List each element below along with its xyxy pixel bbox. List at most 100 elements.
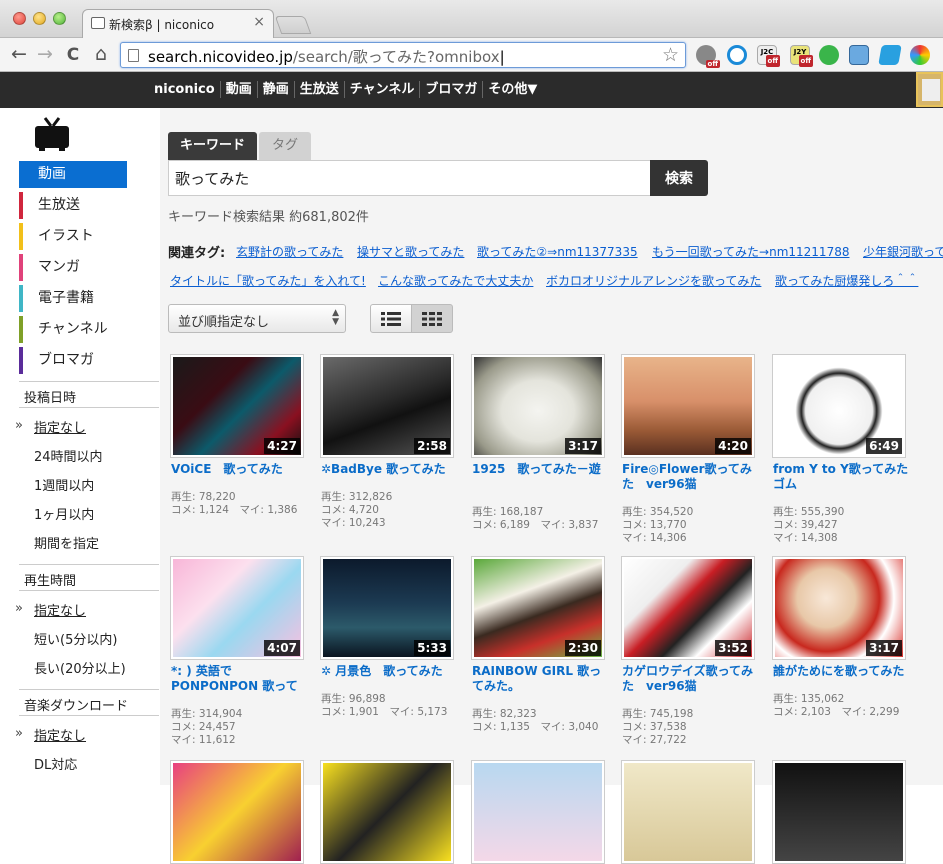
video-thumbnail[interactable]: 6:49 bbox=[772, 354, 906, 458]
nav-more[interactable]: その他▼ bbox=[482, 81, 542, 98]
category-channel[interactable]: チャンネル bbox=[19, 316, 127, 343]
search-input[interactable] bbox=[168, 160, 651, 196]
video-title[interactable]: ✲BadBye 歌ってみた bbox=[321, 462, 459, 477]
duration-long[interactable]: 長い(20分以上) bbox=[34, 658, 126, 677]
nav-blomaga[interactable]: ブロマガ bbox=[419, 81, 482, 98]
video-duration: 6:49 bbox=[866, 438, 902, 454]
related-tag[interactable]: 操サマと歌ってみた bbox=[357, 243, 464, 260]
extension-notes-icon[interactable] bbox=[878, 45, 902, 65]
tab-title: 新検索β | niconico bbox=[109, 18, 215, 32]
extension-color-icon[interactable] bbox=[910, 45, 930, 65]
sort-select[interactable]: 並び順指定なし ▲ ▼ bbox=[168, 304, 346, 333]
extension-j2c-icon[interactable]: J2C off bbox=[757, 45, 780, 67]
video-thumbnail[interactable]: 4:27 bbox=[170, 354, 304, 458]
video-duration: 4:07 bbox=[264, 640, 300, 656]
video-title[interactable]: VOiCE 歌ってみた bbox=[171, 462, 309, 477]
reload-icon[interactable]: C bbox=[62, 45, 84, 65]
video-title[interactable]: ✲ 月景色 歌ってみた bbox=[321, 664, 459, 679]
related-tag[interactable]: タイトルに「歌ってみた」を入れて! bbox=[170, 272, 366, 289]
video-title[interactable]: Fire◎Flower歌ってみた ver96猫 bbox=[622, 462, 760, 492]
related-tag[interactable]: もう一回歌ってみた→nm11211788 bbox=[652, 243, 849, 260]
duration-any[interactable]: 指定なし bbox=[34, 600, 86, 619]
post-date-any[interactable]: 指定なし bbox=[34, 417, 86, 436]
search-button[interactable]: 検索 bbox=[650, 160, 708, 196]
category-ebook[interactable]: 電子書籍 bbox=[19, 285, 127, 312]
grid-view-button[interactable] bbox=[411, 304, 453, 333]
result-count: キーワード検索結果 約681,802件 bbox=[168, 210, 369, 225]
close-window-button[interactable] bbox=[13, 12, 26, 25]
video-thumbnail[interactable] bbox=[170, 760, 304, 864]
video-thumbnail[interactable]: 4:07 bbox=[170, 556, 304, 660]
related-tag[interactable]: 玄野計の歌ってみた bbox=[236, 243, 343, 260]
video-title[interactable]: RAINBOW GIRL 歌ってみた。 bbox=[472, 664, 610, 694]
address-text[interactable]: search.nicovideo.jp/search/歌ってみた?omnibox… bbox=[148, 46, 505, 67]
post-date-custom[interactable]: 期間を指定 bbox=[34, 533, 99, 552]
category-illust[interactable]: イラスト bbox=[19, 223, 127, 250]
minimize-window-button[interactable] bbox=[33, 12, 46, 25]
extension-ban-icon[interactable]: off bbox=[696, 45, 720, 68]
video-thumbnail[interactable] bbox=[621, 760, 755, 864]
home-icon[interactable]: ⌂ bbox=[90, 43, 112, 65]
nav-channel[interactable]: チャンネル bbox=[343, 81, 420, 98]
video-thumbnail[interactable]: 3:17 bbox=[471, 354, 605, 458]
extension-c-icon[interactable] bbox=[727, 45, 747, 65]
video-stats: 再生: 82,323 コメ: 1,135 マイ: 3,040 bbox=[472, 708, 599, 733]
list-view-icon bbox=[381, 312, 401, 326]
nav-niconico[interactable]: niconico bbox=[154, 81, 220, 98]
video-thumbnail[interactable]: 4:20 bbox=[621, 354, 755, 458]
extension-android-icon[interactable] bbox=[819, 45, 839, 65]
video-duration: 4:20 bbox=[715, 438, 751, 454]
duration-short[interactable]: 短い(5分以内) bbox=[34, 629, 117, 648]
music-dl[interactable]: DL対応 bbox=[34, 754, 77, 773]
video-thumbnail[interactable]: 3:17 bbox=[772, 556, 906, 660]
nav-video[interactable]: 動画 bbox=[219, 81, 257, 98]
related-tag[interactable]: ボカロオリジナルアレンジを歌ってみた bbox=[546, 272, 761, 289]
video-stats: 再生: 168,187 コメ: 6,189 マイ: 3,837 bbox=[472, 506, 599, 531]
video-thumbnail[interactable]: 3:52 bbox=[621, 556, 755, 660]
video-thumbnail[interactable]: 5:33 bbox=[320, 556, 454, 660]
post-date-1month[interactable]: 1ヶ月以内 bbox=[34, 504, 94, 523]
nav-seiga[interactable]: 静画 bbox=[256, 81, 294, 98]
forward-arrow-icon[interactable]: → bbox=[34, 43, 56, 65]
tab-keyword[interactable]: キーワード bbox=[168, 132, 257, 160]
related-tag[interactable]: こんな歌ってみたで大丈夫か bbox=[378, 272, 533, 289]
zoom-window-button[interactable] bbox=[53, 12, 66, 25]
category-blomaga[interactable]: ブロマガ bbox=[19, 347, 127, 374]
back-arrow-icon[interactable]: ← bbox=[8, 43, 30, 65]
category-manga[interactable]: マンガ bbox=[19, 254, 127, 281]
tv-logo-icon[interactable] bbox=[34, 116, 70, 152]
video-title[interactable]: カゲロウデイズ歌ってみた ver96猫 bbox=[622, 664, 760, 694]
nav-live[interactable]: 生放送 bbox=[293, 81, 344, 98]
video-stats: 再生: 354,520 コメ: 13,770 マイ: 14,306 bbox=[622, 506, 694, 544]
video-thumbnail[interactable] bbox=[471, 760, 605, 864]
extension-j2y-icon[interactable]: J2Y off bbox=[790, 45, 813, 67]
video-duration: 5:33 bbox=[414, 640, 450, 656]
video-title[interactable]: 誰がためにを歌ってみた bbox=[773, 664, 911, 679]
browser-tab[interactable]: 新検索β | niconico × bbox=[82, 9, 274, 39]
related-tag[interactable]: 少年銀河歌ってみた bbox=[863, 243, 943, 260]
address-bar[interactable]: search.nicovideo.jp/search/歌ってみた?omnibox… bbox=[120, 42, 686, 68]
music-any[interactable]: 指定なし bbox=[34, 725, 86, 744]
video-title[interactable]: *: ) 英語で PONPONPON 歌って bbox=[171, 664, 309, 694]
category-live[interactable]: 生放送 bbox=[19, 192, 127, 219]
user-avatar[interactable] bbox=[916, 72, 943, 107]
video-thumbnail[interactable]: 2:30 bbox=[471, 556, 605, 660]
category-video[interactable]: 動画 bbox=[19, 161, 127, 188]
related-tag[interactable]: 歌ってみた②⇒nm11377335 bbox=[477, 243, 638, 260]
bookmark-star-icon[interactable]: ☆ bbox=[662, 44, 679, 66]
new-tab-button[interactable] bbox=[274, 16, 312, 34]
video-thumbnail[interactable] bbox=[320, 760, 454, 864]
divider bbox=[19, 715, 159, 716]
related-tag[interactable]: 歌ってみた厨爆発しろ＾＾ bbox=[775, 272, 918, 289]
video-title[interactable]: from Y to Y歌ってみたゴム bbox=[773, 462, 911, 492]
tab-close-icon[interactable]: × bbox=[253, 14, 265, 30]
divider bbox=[19, 590, 159, 591]
post-date-1week[interactable]: 1週間以内 bbox=[34, 475, 94, 494]
extension-window-icon[interactable] bbox=[849, 45, 869, 65]
post-date-24h[interactable]: 24時間以内 bbox=[34, 446, 103, 465]
video-title[interactable]: 1925 歌ってみた－遊 bbox=[472, 462, 610, 477]
video-thumbnail[interactable]: 2:58 bbox=[320, 354, 454, 458]
list-view-button[interactable] bbox=[370, 304, 412, 333]
tab-tag[interactable]: タグ bbox=[259, 132, 311, 160]
video-thumbnail[interactable] bbox=[772, 760, 906, 864]
